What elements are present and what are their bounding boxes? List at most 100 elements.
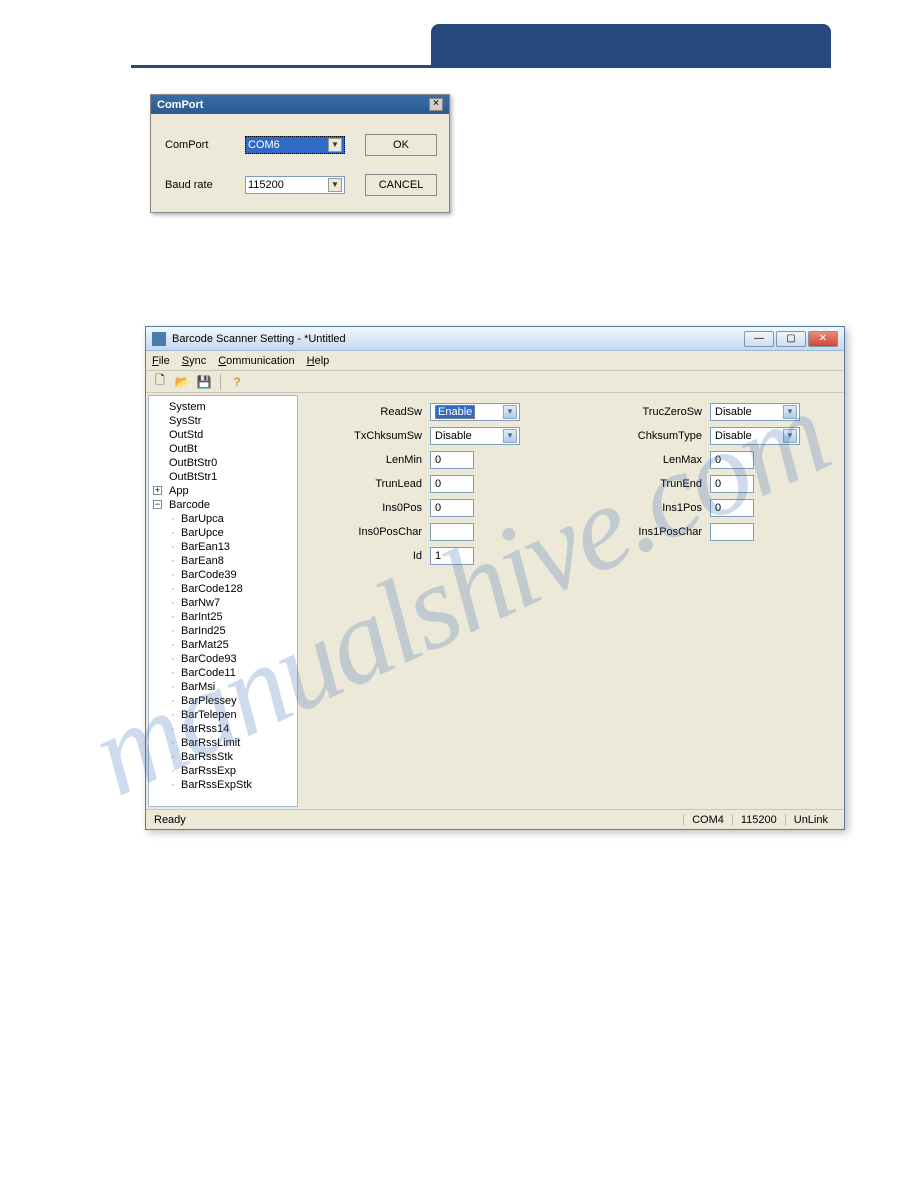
comport-select[interactable]: COM6 ▼ — [245, 136, 345, 154]
menu-communication[interactable]: Communication — [218, 355, 294, 367]
app-icon — [152, 332, 166, 346]
txchksum-select[interactable]: Disable ▼ — [430, 427, 520, 445]
readsw-value: Enable — [435, 405, 475, 419]
app-toolbar: 🗋 📂 💾 ? — [146, 371, 844, 393]
tree-item-barind25[interactable]: BarInd25 — [151, 624, 295, 638]
menu-help[interactable]: Help — [307, 355, 330, 367]
txchksum-value: Disable — [435, 430, 472, 442]
expand-plus-icon[interactable]: + — [153, 486, 162, 495]
header-line-deco — [131, 65, 831, 68]
lenmax-field[interactable]: 0 — [710, 451, 754, 469]
comport-title-text: ComPort — [157, 99, 203, 111]
help-icon[interactable]: ? — [229, 374, 245, 390]
tree-item-outbtstr0[interactable]: OutBtStr0 — [151, 456, 295, 470]
tree-item-sysstr[interactable]: SysStr — [151, 414, 295, 428]
tree-item-barmat25[interactable]: BarMat25 — [151, 638, 295, 652]
ins1pos-label: Ins1Pos — [600, 502, 710, 514]
menu-sync[interactable]: Sync — [182, 355, 206, 367]
trunend-field[interactable]: 0 — [710, 475, 754, 493]
new-file-icon[interactable]: 🗋 — [152, 374, 168, 390]
tree-item-barupce[interactable]: BarUpce — [151, 526, 295, 540]
tree-item-barrssexpstk[interactable]: BarRssExpStk — [151, 778, 295, 792]
tree-item-barcode11[interactable]: BarCode11 — [151, 666, 295, 680]
app-titlebar[interactable]: Barcode Scanner Setting - *Untitled — ▢ … — [146, 327, 844, 351]
chevron-down-icon: ▼ — [783, 429, 797, 443]
comport-titlebar[interactable]: ComPort × — [151, 95, 449, 114]
chksumtype-select[interactable]: Disable ▼ — [710, 427, 800, 445]
tree-item-outbtstr1[interactable]: OutBtStr1 — [151, 470, 295, 484]
ins0posch-label: Ins0PosChar — [320, 526, 430, 538]
lenmin-label: LenMin — [320, 454, 430, 466]
tree-item-barrss14[interactable]: BarRss14 — [151, 722, 295, 736]
status-link: UnLink — [785, 814, 836, 826]
tree-item-barnw7[interactable]: BarNw7 — [151, 596, 295, 610]
tree-item-bartelepen[interactable]: BarTelepen — [151, 708, 295, 722]
menu-file[interactable]: File — [152, 355, 170, 367]
tree-item-barrssstk[interactable]: BarRssStk — [151, 750, 295, 764]
settings-tree[interactable]: System SysStr OutStd OutBt OutBtStr0 Out… — [148, 395, 298, 807]
save-file-icon[interactable]: 💾 — [196, 374, 212, 390]
readsw-label: ReadSw — [320, 406, 430, 418]
tree-item-barint25[interactable]: BarInt25 — [151, 610, 295, 624]
chevron-down-icon: ▼ — [503, 429, 517, 443]
chksumtype-label: ChksumType — [600, 430, 710, 442]
settings-form: ReadSw Enable ▼ TrucZeroSw Disable ▼ TxC… — [300, 393, 844, 809]
tree-item-barrssexp[interactable]: BarRssExp — [151, 764, 295, 778]
tree-item-outbt[interactable]: OutBt — [151, 442, 295, 456]
tree-item-outstd[interactable]: OutStd — [151, 428, 295, 442]
status-ready: Ready — [154, 814, 683, 826]
ins1posch-field[interactable] — [710, 523, 754, 541]
status-baud: 115200 — [732, 814, 785, 826]
chevron-down-icon: ▼ — [328, 178, 342, 192]
tree-item-barcode39[interactable]: BarCode39 — [151, 568, 295, 582]
truczero-label: TrucZeroSw — [600, 406, 710, 418]
minimize-button[interactable]: — — [744, 331, 774, 347]
close-icon[interactable]: × — [429, 98, 443, 111]
ins0pos-field[interactable]: 0 — [430, 499, 474, 517]
trunlead-field[interactable]: 0 — [430, 475, 474, 493]
baudrate-select[interactable]: 115200 ▼ — [245, 176, 345, 194]
lenmin-field[interactable]: 0 — [430, 451, 474, 469]
close-button[interactable]: ✕ — [808, 331, 838, 347]
expand-minus-icon[interactable]: − — [153, 500, 162, 509]
lenmax-label: LenMax — [600, 454, 710, 466]
baudrate-value: 115200 — [248, 179, 284, 191]
tree-item-barcode128[interactable]: BarCode128 — [151, 582, 295, 596]
chksumtype-value: Disable — [715, 430, 752, 442]
tree-item-barcode[interactable]: −Barcode — [151, 498, 295, 512]
tree-item-barcode93[interactable]: BarCode93 — [151, 652, 295, 666]
baudrate-label: Baud rate — [165, 179, 245, 191]
tree-item-barmsi[interactable]: BarMsi — [151, 680, 295, 694]
ins1pos-field[interactable]: 0 — [710, 499, 754, 517]
maximize-button[interactable]: ▢ — [776, 331, 806, 347]
tree-item-barean13[interactable]: BarEan13 — [151, 540, 295, 554]
app-title: Barcode Scanner Setting - *Untitled — [172, 333, 346, 345]
truczero-value: Disable — [715, 406, 752, 418]
truczero-select[interactable]: Disable ▼ — [710, 403, 800, 421]
ok-button[interactable]: OK — [365, 134, 437, 156]
status-com: COM4 — [683, 814, 732, 826]
ins1posch-label: Ins1PosChar — [600, 526, 710, 538]
status-bar: Ready COM4 115200 UnLink — [146, 809, 844, 829]
tree-item-barupca[interactable]: BarUpca — [151, 512, 295, 526]
ins0posch-field[interactable] — [430, 523, 474, 541]
chevron-down-icon: ▼ — [328, 138, 342, 152]
comport-value: COM6 — [248, 139, 280, 151]
readsw-select[interactable]: Enable ▼ — [430, 403, 520, 421]
ins0pos-label: Ins0Pos — [320, 502, 430, 514]
app-window: Barcode Scanner Setting - *Untitled — ▢ … — [145, 326, 845, 830]
open-file-icon[interactable]: 📂 — [174, 374, 190, 390]
tree-item-app[interactable]: +App — [151, 484, 295, 498]
comport-label: ComPort — [165, 139, 245, 151]
tree-item-barplessey[interactable]: BarPlessey — [151, 694, 295, 708]
tree-item-barrsslimit[interactable]: BarRssLimit — [151, 736, 295, 750]
id-field[interactable]: 1 — [430, 547, 474, 565]
txchksum-label: TxChksumSw — [320, 430, 430, 442]
tree-item-system[interactable]: System — [151, 400, 295, 414]
comport-dialog: ComPort × ComPort COM6 ▼ OK Baud rate 11… — [150, 94, 450, 213]
cancel-button[interactable]: CANCEL — [365, 174, 437, 196]
trunlead-label: TrunLead — [320, 478, 430, 490]
page-header — [0, 0, 918, 68]
header-tab-deco — [431, 24, 831, 68]
tree-item-barean8[interactable]: BarEan8 — [151, 554, 295, 568]
